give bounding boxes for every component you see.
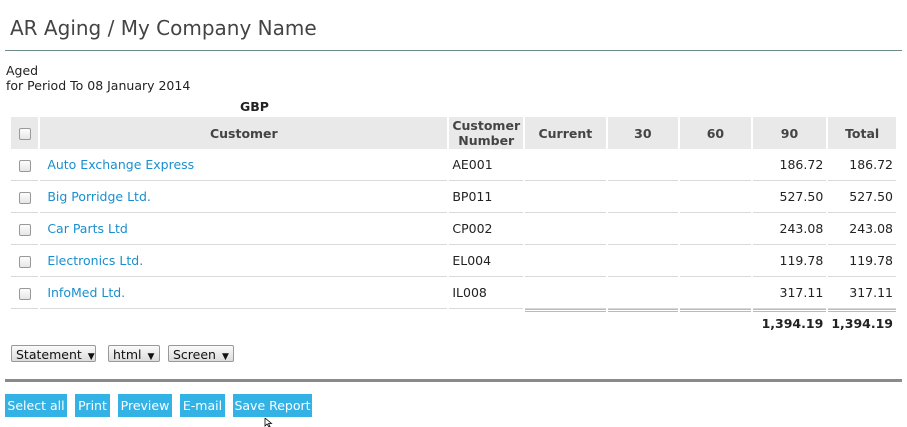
customer-number: BP011 <box>449 181 524 213</box>
customer-link[interactable]: Auto Exchange Express <box>43 157 194 172</box>
table-row: Electronics Ltd. EL004 119.78 119.78 <box>11 245 896 277</box>
aging-table: Customer Customer Number Current 30 60 9… <box>9 117 898 334</box>
output-select[interactable]: Screen ▼ <box>168 345 234 362</box>
row-checkbox[interactable] <box>18 191 31 204</box>
60-days-total <box>680 309 751 334</box>
report-header: Aged for Period To 08 January 2014 <box>6 63 190 93</box>
select-all-checkbox[interactable] <box>18 128 31 140</box>
customer-number: IL008 <box>449 277 524 309</box>
table-row: InfoMed Ltd. IL008 317.11 317.11 <box>11 277 896 309</box>
total-column-header[interactable]: Total <box>828 117 896 149</box>
60-days-amount <box>680 245 751 277</box>
output-select-value: Screen <box>173 347 216 362</box>
grand-total: 1,394.19 <box>828 309 896 334</box>
select-all-button[interactable]: Select all <box>5 394 67 417</box>
30-days-amount <box>607 245 679 277</box>
total-amount: 186.72 <box>828 149 896 181</box>
customer-link[interactable]: Electronics Ltd. <box>43 253 143 268</box>
customer-number-column-header[interactable]: Customer Number <box>449 117 524 149</box>
current-amount <box>525 213 606 245</box>
customer-number: AE001 <box>449 149 524 181</box>
90-days-amount: 317.11 <box>752 277 827 309</box>
current-amount <box>525 181 606 213</box>
preview-button[interactable]: Preview <box>118 394 172 417</box>
total-amount: 317.11 <box>828 277 896 309</box>
media-select-value: html <box>113 347 142 362</box>
report-period-label: for Period To 08 January 2014 <box>6 78 191 93</box>
row-checkbox[interactable] <box>18 255 31 268</box>
total-amount: 243.08 <box>828 213 896 245</box>
format-select-value: Statement <box>16 347 82 362</box>
row-checkbox[interactable] <box>18 159 31 172</box>
current-amount <box>525 149 606 181</box>
total-amount: 119.78 <box>828 245 896 277</box>
current-column-header[interactable]: Current <box>525 117 606 149</box>
30-days-column-header[interactable]: 30 <box>607 117 679 149</box>
table-row: Auto Exchange Express AE001 186.72 186.7… <box>11 149 896 181</box>
email-button[interactable]: E-mail <box>180 394 225 417</box>
dropdown-arrow-icon: ▼ <box>221 352 229 362</box>
30-days-total <box>607 309 679 334</box>
60-days-amount <box>680 181 751 213</box>
media-select[interactable]: html ▼ <box>108 345 160 362</box>
print-button[interactable]: Print <box>75 394 110 417</box>
report-type-label: Aged <box>6 63 39 78</box>
customer-link[interactable]: Car Parts Ltd <box>43 221 127 236</box>
dropdown-arrow-icon: ▼ <box>147 352 155 362</box>
save-report-button[interactable]: Save Report <box>233 394 312 417</box>
bottom-divider <box>5 379 902 382</box>
title-divider <box>5 50 902 51</box>
30-days-amount <box>607 181 679 213</box>
30-days-amount <box>607 277 679 309</box>
customer-column-header[interactable]: Customer <box>40 117 448 149</box>
30-days-amount <box>607 213 679 245</box>
60-days-amount <box>680 149 751 181</box>
table-row: Car Parts Ltd CP002 243.08 243.08 <box>11 213 896 245</box>
90-days-amount: 186.72 <box>752 149 827 181</box>
table-row: Big Porridge Ltd. BP011 527.50 527.50 <box>11 181 896 213</box>
dropdown-arrow-icon: ▼ <box>87 352 95 362</box>
mouse-cursor-icon <box>264 418 273 427</box>
total-amount: 527.50 <box>828 181 896 213</box>
customer-number-header-line1: Customer <box>452 118 521 133</box>
currency-label: GBP <box>240 99 269 114</box>
page-title: AR Aging / My Company Name <box>10 16 317 40</box>
current-total <box>525 309 606 334</box>
60-days-amount <box>680 277 751 309</box>
30-days-amount <box>607 149 679 181</box>
customer-number-header-line2: Number <box>458 133 515 148</box>
current-amount <box>525 245 606 277</box>
90-days-amount: 243.08 <box>752 213 827 245</box>
row-checkbox[interactable] <box>18 223 31 236</box>
customer-number: CP002 <box>449 213 524 245</box>
format-select[interactable]: Statement ▼ <box>11 345 96 362</box>
table-header-row: Customer Customer Number Current 30 60 9… <box>11 117 896 149</box>
customer-link[interactable]: InfoMed Ltd. <box>43 285 125 300</box>
60-days-amount <box>680 213 751 245</box>
row-checkbox[interactable] <box>18 287 31 300</box>
90-days-total: 1,394.19 <box>752 309 827 334</box>
select-all-header <box>11 117 39 149</box>
90-days-amount: 119.78 <box>752 245 827 277</box>
customer-number: EL004 <box>449 245 524 277</box>
totals-row: 1,394.19 1,394.19 <box>11 309 896 334</box>
current-amount <box>525 277 606 309</box>
60-days-column-header[interactable]: 60 <box>680 117 751 149</box>
customer-link[interactable]: Big Porridge Ltd. <box>43 189 151 204</box>
90-days-amount: 527.50 <box>752 181 827 213</box>
90-days-column-header[interactable]: 90 <box>752 117 827 149</box>
